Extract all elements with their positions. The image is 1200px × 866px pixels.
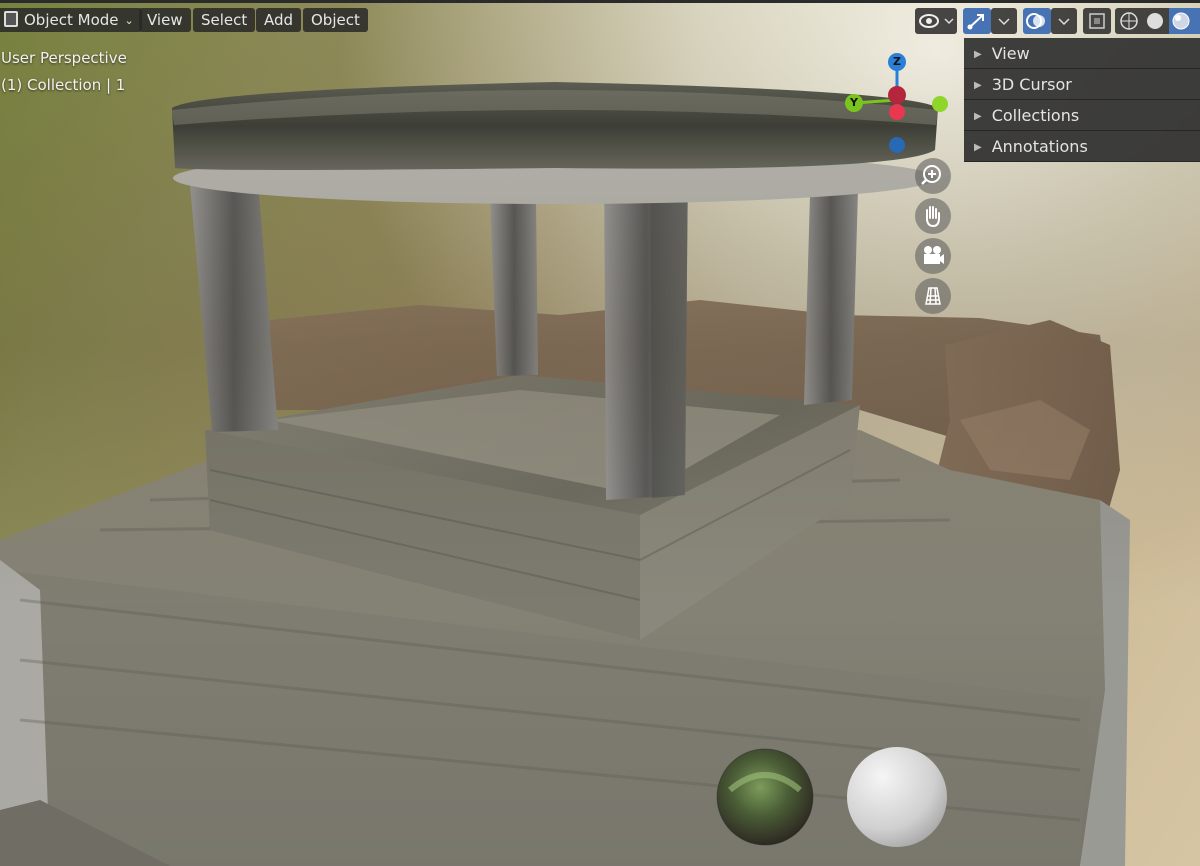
expand-triangle-icon: ▶ — [974, 142, 982, 153]
pan-hand-icon — [926, 206, 940, 228]
neg-z-axis-handle[interactable] — [889, 137, 905, 153]
y-axis-handle[interactable]: Y — [845, 94, 863, 112]
menu-select[interactable]: Select — [193, 8, 256, 32]
camera-icon — [924, 246, 944, 264]
ortho-toggle-button[interactable] — [915, 278, 951, 314]
menu-view[interactable]: View — [139, 8, 191, 32]
visibility-icon — [919, 14, 954, 28]
header-top-edge — [0, 0, 1200, 3]
panel-label: Annotations — [991, 137, 1088, 156]
xray-toggle[interactable] — [1083, 8, 1111, 34]
neg-y-axis-handle[interactable] — [932, 96, 948, 112]
panel-view[interactable]: ▶ View — [964, 38, 1200, 69]
mode-label: Object Mode — [24, 11, 119, 29]
expand-triangle-icon: ▶ — [974, 111, 982, 122]
gizmo-icon — [967, 14, 984, 30]
panel-label: Collections — [991, 106, 1080, 125]
expand-triangle-icon: ▶ — [974, 80, 982, 91]
object-mode-icon — [4, 11, 18, 27]
chevron-down-icon: ⌄ — [124, 14, 134, 27]
x-axis-handle-back[interactable] — [888, 86, 906, 104]
perspective-label: User Perspective — [1, 49, 127, 67]
zoom-icon — [921, 165, 941, 185]
ortho-grid-icon — [925, 287, 941, 305]
shading-switcher[interactable] — [1115, 8, 1200, 34]
solid-icon — [1147, 13, 1163, 29]
z-axis-handle[interactable]: Z — [888, 53, 906, 71]
zoom-button[interactable] — [915, 158, 951, 194]
mode-dropdown[interactable]: Object Mode ⌄ — [0, 8, 142, 32]
menu-add[interactable]: Add — [256, 8, 302, 32]
x-axis-handle[interactable] — [889, 104, 905, 120]
shading-icons — [1120, 8, 1200, 34]
gizmo-dropdown[interactable] — [991, 8, 1017, 34]
chevron-down-icon — [998, 18, 1010, 26]
material-icon — [1172, 12, 1190, 30]
panel-collections[interactable]: ▶ Collections — [964, 100, 1200, 131]
expand-triangle-icon: ▶ — [974, 49, 982, 60]
camera-view-button[interactable] — [915, 238, 951, 274]
panel-annotations[interactable]: ▶ Annotations — [964, 131, 1200, 162]
gizmo-toggle[interactable] — [963, 8, 991, 34]
collection-label: (1) Collection | 1 — [1, 76, 126, 94]
visibility-dropdown[interactable] — [915, 8, 957, 34]
navigation-gizmo[interactable]: Z Y — [840, 50, 955, 160]
panel-label: 3D Cursor — [991, 75, 1072, 94]
chevron-down-icon — [1058, 18, 1070, 26]
menu-object[interactable]: Object — [303, 8, 368, 32]
sidebar-panel: ▶ View ▶ 3D Cursor ▶ Collections ▶ Annotatio… — [964, 38, 1200, 162]
overlay-icon — [1026, 13, 1045, 29]
wireframe-icon — [1120, 12, 1138, 30]
panel-3d-cursor[interactable]: ▶ 3D Cursor — [964, 69, 1200, 100]
viewport-header: Object Mode ⌄ View Select Add Object — [0, 0, 1200, 40]
overlay-dropdown[interactable] — [1051, 8, 1077, 34]
overlay-toggle[interactable] — [1023, 8, 1051, 34]
xray-icon — [1089, 13, 1105, 29]
panel-label: View — [991, 44, 1030, 63]
pan-button[interactable] — [915, 198, 951, 234]
